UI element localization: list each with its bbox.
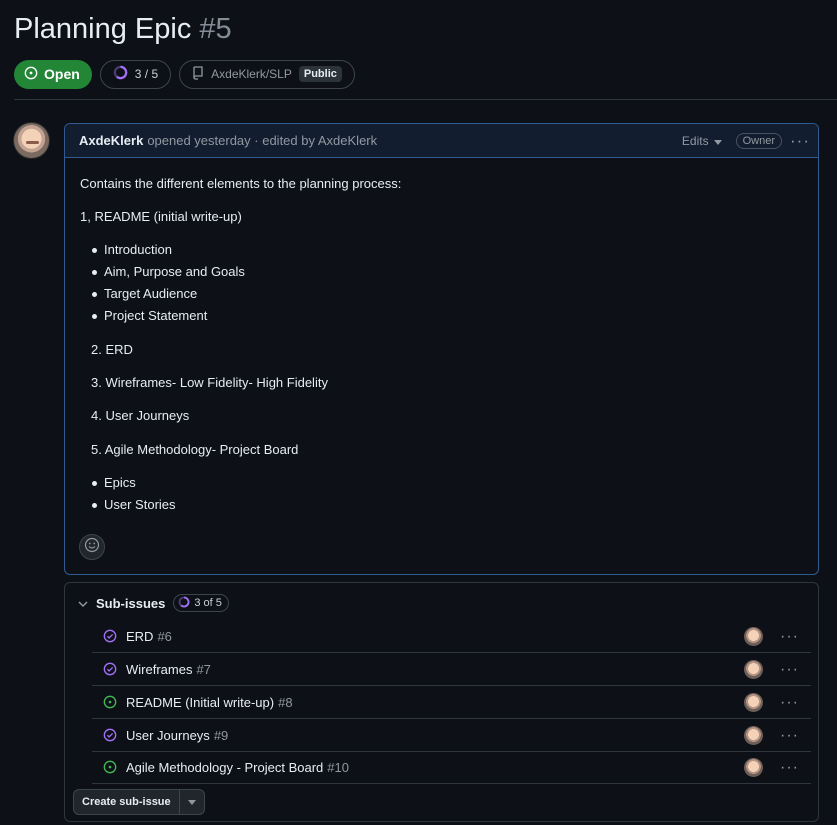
issue-closed-icon bbox=[102, 628, 118, 644]
assignee-avatar[interactable] bbox=[744, 758, 763, 777]
row-more-icon[interactable]: ··· bbox=[780, 661, 799, 679]
smiley-icon bbox=[84, 537, 100, 558]
sub-issue-number: #7 bbox=[196, 661, 211, 677]
repo-name: AxdeKlerk/SLP bbox=[211, 67, 292, 81]
repo-pill[interactable]: AxdeKlerk/SLP Public bbox=[179, 59, 355, 89]
sub-issue-number: #6 bbox=[157, 628, 172, 644]
author-avatar[interactable] bbox=[13, 122, 50, 159]
sub-issue-title[interactable]: User Journeys bbox=[126, 728, 210, 743]
comment-more-icon[interactable]: ··· bbox=[790, 131, 810, 150]
issue-meta-row: Open 3 / 5 AxdeKlerk/SLP Public bbox=[14, 59, 355, 89]
progress-ring-icon bbox=[113, 65, 128, 83]
row-more-icon[interactable]: ··· bbox=[780, 759, 799, 777]
sub-issue-row[interactable]: User Journeys #9 ··· bbox=[92, 719, 811, 752]
sub-issues-count-label: 3 of 5 bbox=[194, 597, 222, 609]
assignee-avatar[interactable] bbox=[744, 693, 763, 712]
caret-down-icon bbox=[187, 796, 196, 808]
issue-title: Planning Epic #5 bbox=[14, 10, 232, 48]
progress-count: 3 / 5 bbox=[134, 67, 159, 81]
row-more-icon[interactable]: ··· bbox=[780, 694, 799, 712]
body-item-4: 4. User Journeys bbox=[91, 408, 190, 423]
assignee-avatar[interactable] bbox=[744, 660, 763, 679]
caret-down-icon bbox=[713, 134, 722, 148]
issue-state-label: Open bbox=[44, 66, 80, 82]
owner-badge: Owner bbox=[735, 132, 782, 149]
comment-actions: Edits Owner ··· bbox=[682, 131, 818, 150]
issue-closed-icon bbox=[102, 661, 118, 677]
issue-opened-icon bbox=[102, 694, 118, 710]
sub-issue-title[interactable]: Agile Methodology - Project Board bbox=[126, 760, 323, 775]
sub-issues-panel: Sub-issues 3 of 5 ERD #6 ··· Wireframes … bbox=[64, 582, 819, 822]
progress-ring-icon bbox=[178, 596, 190, 611]
list-item: Project Statement bbox=[91, 308, 208, 323]
body-item-2: 2. ERD bbox=[91, 342, 133, 357]
sub-issue-row[interactable]: Agile Methodology - Project Board #10 ··… bbox=[92, 751, 811, 784]
issue-state-badge: Open bbox=[14, 59, 92, 89]
list-item: Epics bbox=[92, 475, 136, 490]
progress-pill[interactable]: 3 / 5 bbox=[99, 59, 172, 89]
list-item: Introduction bbox=[92, 242, 172, 257]
header-divider bbox=[14, 99, 837, 100]
list-item: User Stories bbox=[92, 497, 176, 512]
assignee-avatar[interactable] bbox=[744, 726, 763, 745]
create-sub-issue-button[interactable]: Create sub-issue bbox=[74, 790, 180, 814]
sub-issue-number: #8 bbox=[278, 694, 293, 710]
sub-issue-row[interactable]: Wireframes #7 ··· bbox=[92, 653, 811, 686]
issue-title-text: Planning Epic bbox=[14, 13, 192, 45]
issue-comment: AxdeKlerk opened yesterday · edited by A… bbox=[64, 123, 819, 575]
sub-issues-count: 3 of 5 bbox=[173, 594, 229, 612]
sub-issue-number: #10 bbox=[327, 759, 349, 775]
row-more-icon[interactable]: ··· bbox=[780, 628, 799, 646]
sub-issue-row[interactable]: ERD #6 ··· bbox=[92, 620, 811, 653]
issue-closed-icon bbox=[102, 727, 118, 743]
list-item: Aim, Purpose and Goals bbox=[92, 264, 245, 279]
row-more-icon[interactable]: ··· bbox=[780, 727, 799, 745]
issue-opened-icon bbox=[24, 66, 38, 83]
issue-opened-icon bbox=[102, 759, 118, 775]
issue-page: Planning Epic #5 Open 3 / 5 AxdeKlerk/SL… bbox=[0, 0, 837, 825]
body-item-3: 3. Wireframes- Low Fidelity- High Fideli… bbox=[91, 375, 328, 390]
sub-issue-title[interactable]: ERD bbox=[126, 629, 153, 644]
edits-label: Edits bbox=[681, 133, 709, 148]
comment-header: AxdeKlerk opened yesterday · edited by A… bbox=[65, 124, 818, 158]
chevron-down-icon[interactable] bbox=[78, 596, 88, 611]
add-reaction-button[interactable] bbox=[79, 534, 105, 560]
sub-issue-title[interactable]: README (Initial write-up) bbox=[126, 695, 274, 710]
sub-issues-heading: Sub-issues bbox=[96, 595, 166, 611]
sub-issue-number: #9 bbox=[213, 727, 229, 743]
comment-author[interactable]: AxdeKlerk bbox=[79, 133, 143, 148]
edits-dropdown[interactable]: Edits bbox=[682, 134, 722, 148]
body-item-5: 5. Agile Methodology- Project Board bbox=[91, 442, 299, 457]
sub-issue-row[interactable]: README (Initial write-up) #8 ··· bbox=[92, 686, 811, 719]
sub-issues-header[interactable]: Sub-issues 3 of 5 bbox=[78, 594, 229, 612]
sub-issue-title[interactable]: Wireframes bbox=[126, 662, 192, 677]
body-intro: Contains the different elements to the p… bbox=[80, 176, 402, 191]
issue-number: #5 bbox=[199, 13, 232, 45]
repo-icon bbox=[192, 65, 204, 83]
list-item: Target Audience bbox=[91, 286, 198, 301]
body-item-1: 1, README (initial write-up) bbox=[80, 209, 242, 224]
create-sub-issue-split-button: Create sub-issue bbox=[73, 789, 205, 815]
create-sub-issue-dropdown[interactable] bbox=[180, 790, 204, 814]
assignee-avatar[interactable] bbox=[744, 627, 763, 646]
visibility-badge: Public bbox=[298, 66, 342, 82]
comment-meta: opened yesterday · edited by AxdeKlerk bbox=[147, 133, 378, 148]
